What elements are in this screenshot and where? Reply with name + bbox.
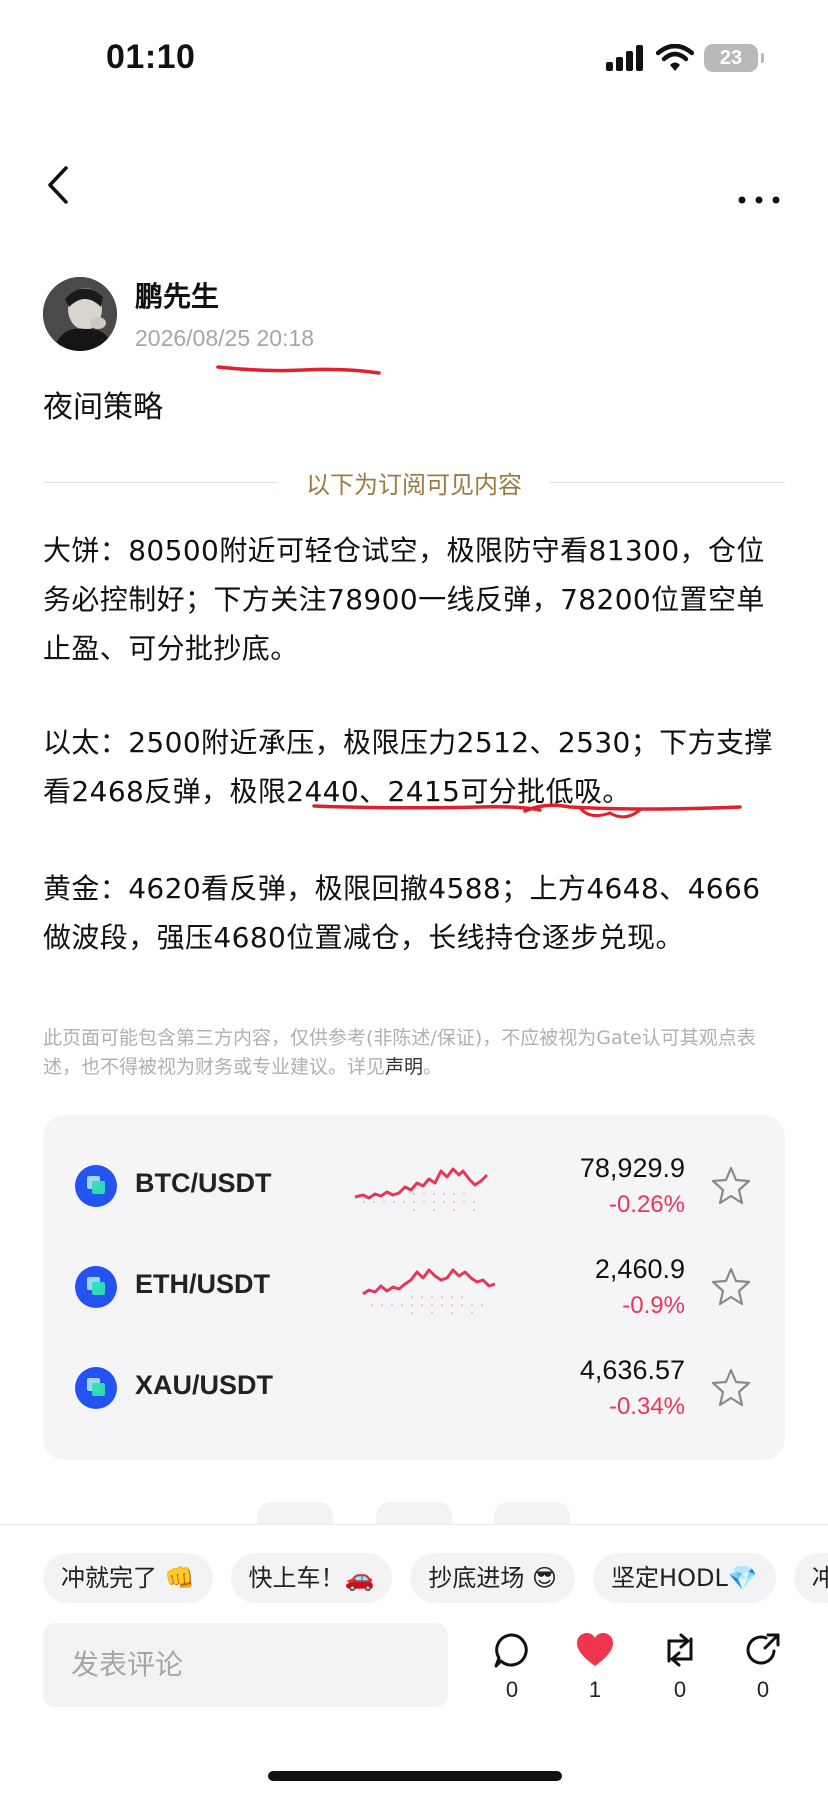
sparkline-chart bbox=[362, 1268, 496, 1314]
status-icons: 23 bbox=[606, 44, 764, 72]
wifi-icon bbox=[656, 44, 694, 71]
market-card: BTC/USDT 78,929.9 -0.26% ETH/USDT 2,460.… bbox=[43, 1115, 785, 1460]
price-change: -0.9% bbox=[622, 1292, 685, 1319]
price-change: -0.34% bbox=[608, 1393, 685, 1420]
author-name[interactable]: 鹏先生 bbox=[135, 275, 314, 315]
repost-count: 0 bbox=[673, 1677, 687, 1702]
like-action[interactable]: 1 bbox=[570, 1631, 620, 1703]
post-paragraph-btc: 大饼：80500附近可轻仓试空，极限防守看81300，仓位务必控制好；下方关注7… bbox=[43, 534, 765, 665]
status-time: 01:10 bbox=[106, 38, 196, 76]
status-bar: 01:10 23 bbox=[0, 0, 828, 110]
comment-input[interactable]: 发表评论 bbox=[43, 1623, 448, 1707]
sparkline-chart bbox=[354, 1167, 489, 1211]
gate-coin-icon bbox=[75, 1266, 117, 1308]
disclaimer-link[interactable]: 声明 bbox=[385, 1056, 423, 1078]
quick-reply-chip[interactable]: 快上车！🚗 bbox=[230, 1553, 393, 1603]
price: 2,460.9 bbox=[594, 1254, 685, 1284]
market-row-eth[interactable]: ETH/USDT 2,460.9 -0.9% bbox=[43, 1236, 785, 1336]
share-count: 0 bbox=[756, 1677, 770, 1702]
divider-line-left bbox=[43, 481, 278, 483]
gate-coin-icon bbox=[75, 1367, 117, 1409]
quick-reply-chip[interactable]: 冲 bbox=[793, 1553, 828, 1603]
back-icon[interactable] bbox=[40, 160, 80, 210]
share-icon bbox=[746, 1633, 780, 1665]
author-header[interactable]: 鹏先生 2026/08/25 20:18 bbox=[43, 275, 314, 352]
battery-icon: 23 bbox=[704, 44, 764, 72]
nav-bar bbox=[0, 150, 828, 220]
market-row-xau[interactable]: XAU/USDT 4,636.57 -0.34% bbox=[43, 1337, 785, 1437]
star-icon[interactable] bbox=[711, 1266, 751, 1306]
comment-action[interactable]: 0 bbox=[487, 1631, 537, 1703]
price-change: -0.26% bbox=[608, 1191, 685, 1218]
like-count: 1 bbox=[588, 1677, 602, 1702]
star-icon[interactable] bbox=[711, 1165, 751, 1205]
sparkline-fill-dots bbox=[371, 1296, 483, 1314]
disclaimer-end: 。 bbox=[423, 1056, 443, 1078]
share-action[interactable]: 0 bbox=[738, 1631, 788, 1703]
cellular-signal-icon bbox=[606, 45, 643, 71]
quick-reply-chips: 冲就完了 👊 快上车！🚗 抄底进场 😎 坚定HODL💎 冲 bbox=[43, 1553, 828, 1603]
more-options-icon[interactable] bbox=[734, 166, 784, 206]
comment-bubble-icon bbox=[494, 1633, 528, 1668]
pair-label: BTC/USDT bbox=[135, 1168, 272, 1198]
handwritten-underline-annotation bbox=[312, 803, 742, 819]
heart-icon bbox=[577, 1633, 613, 1666]
repost-action[interactable]: 0 bbox=[655, 1631, 705, 1703]
avatar[interactable] bbox=[43, 276, 117, 351]
star-icon[interactable] bbox=[711, 1367, 751, 1407]
repost-icon bbox=[667, 1633, 693, 1667]
market-row-btc[interactable]: BTC/USDT 78,929.9 -0.26% bbox=[43, 1135, 785, 1235]
quick-reply-chip[interactable]: 坚定HODL💎 bbox=[593, 1553, 776, 1603]
gate-coin-icon bbox=[75, 1165, 117, 1207]
post-paragraph-gold: 黄金：4620看反弹，极限回撤4588；上方4648、4666做波段，强压468… bbox=[43, 872, 761, 954]
price: 78,929.9 bbox=[579, 1153, 685, 1183]
subscriber-divider: 以下为订阅可见内容 bbox=[43, 462, 785, 502]
divider-line-right bbox=[550, 481, 785, 483]
battery-level: 23 bbox=[719, 46, 743, 69]
post-timestamp: 2026/08/25 20:18 bbox=[135, 325, 315, 351]
pair-label: ETH/USDT bbox=[135, 1269, 270, 1299]
quick-reply-chip[interactable]: 抄底进场 😎 bbox=[410, 1553, 576, 1603]
pair-label: XAU/USDT bbox=[135, 1370, 274, 1400]
divider-label: 以下为订阅可见内容 bbox=[306, 470, 522, 499]
quick-reply-chip[interactable]: 冲就完了 👊 bbox=[43, 1553, 213, 1603]
bottom-bar: 冲就完了 👊 快上车！🚗 抄底进场 😎 坚定HODL💎 冲 发表评论 0 1 0 bbox=[0, 1524, 828, 1796]
home-indicator bbox=[268, 1771, 562, 1781]
comment-count: 0 bbox=[505, 1677, 519, 1702]
handwritten-underline-annotation bbox=[216, 365, 381, 375]
price: 4,636.57 bbox=[579, 1355, 685, 1385]
disclaimer: 此页面可能包含第三方内容，仅供参考(非陈述/保证)，不应被视为Gate认可其观点… bbox=[43, 1024, 788, 1082]
post-title: 夜间策略 bbox=[43, 390, 163, 425]
